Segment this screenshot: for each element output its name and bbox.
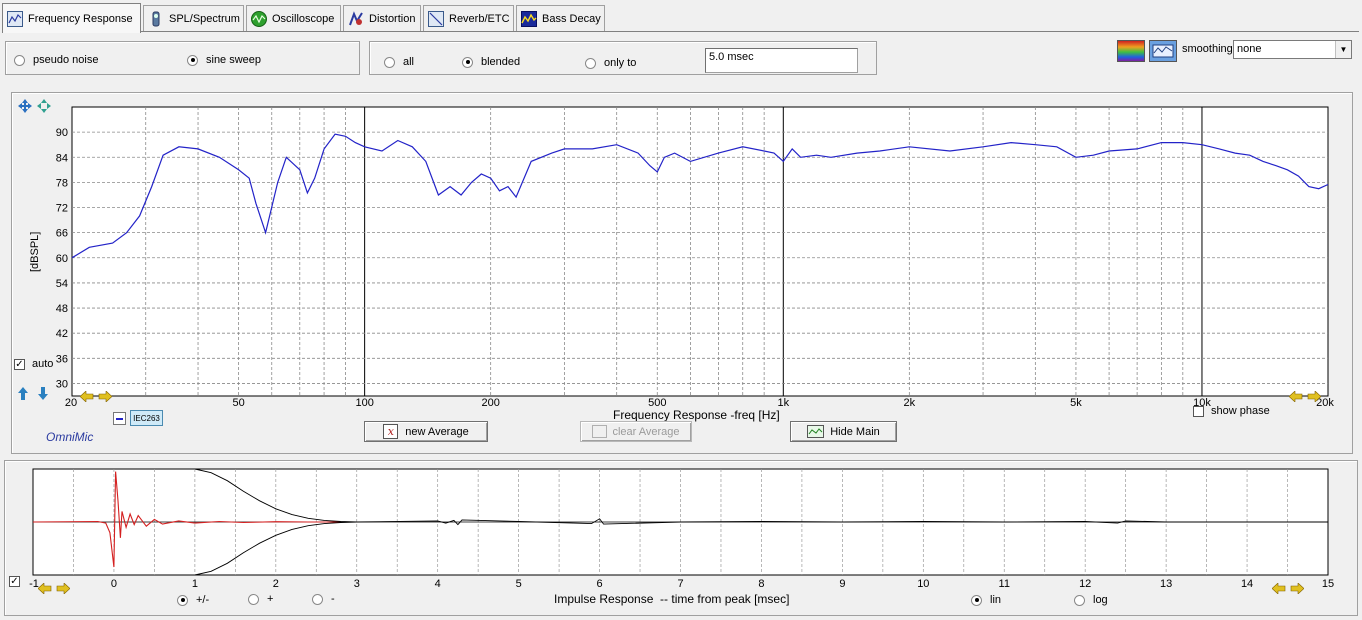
radio-dot <box>1074 594 1085 606</box>
radio-polarity-minus[interactable]: - <box>312 593 335 605</box>
x-tick-label: 15 <box>1322 578 1334 590</box>
frequency-response-icon <box>7 10 23 27</box>
x-tick-label: 2 <box>273 578 279 590</box>
impulse-scroll-left-arrows[interactable] <box>37 582 71 595</box>
x-tick-label: 7 <box>677 578 683 590</box>
x-tick-label: 8 <box>758 578 764 590</box>
tab-label: Frequency Response <box>28 12 133 25</box>
x-tick-label: 3 <box>354 578 360 590</box>
radio-scale-lin[interactable]: lin <box>971 594 1001 606</box>
x-tick-label: 14 <box>1241 578 1253 590</box>
radio-dot <box>971 594 982 606</box>
radio-polarity-plus[interactable]: + <box>248 593 273 605</box>
x-tick-label: 5 <box>516 578 522 590</box>
x-tick-label: 9 <box>839 578 845 590</box>
radio-label: + <box>267 593 274 605</box>
x-tick-label: 1 <box>192 578 198 590</box>
radio-label: - <box>331 593 335 605</box>
radio-label: +/- <box>196 594 210 606</box>
impulse-response-chart: -1 0 1 2 3 4 5 6 7 8 9 10 11 12 13 14 15 <box>29 468 1334 590</box>
radio-dot <box>177 594 188 606</box>
impulse-scroll-right-arrows[interactable] <box>1271 582 1305 595</box>
radio-scale-log[interactable]: log <box>1074 594 1108 606</box>
x-tick-label: 10 <box>917 578 929 590</box>
impulse-checkbox[interactable]: ✓ <box>9 576 20 587</box>
radio-label: log <box>1093 594 1108 606</box>
tab-frequency-response[interactable]: Frequency Response <box>2 3 141 33</box>
x-tick-label: 4 <box>435 578 441 590</box>
impulse-x-axis-label: Impulse Response -- time from peak [msec… <box>554 592 790 606</box>
radio-polarity-both[interactable]: +/- <box>177 594 209 606</box>
x-tick-label: 6 <box>597 578 603 590</box>
radio-label: lin <box>990 594 1002 606</box>
x-tick-label: 0 <box>111 578 117 590</box>
radio-dot <box>248 593 259 605</box>
impulse-tick-labels: -1 0 1 2 3 4 5 6 7 8 9 10 11 12 13 14 15 <box>29 578 1334 590</box>
x-tick-label: 11 <box>999 578 1010 590</box>
radio-dot <box>312 593 323 605</box>
x-tick-label: 12 <box>1079 578 1091 590</box>
x-tick-label: 13 <box>1160 578 1172 590</box>
